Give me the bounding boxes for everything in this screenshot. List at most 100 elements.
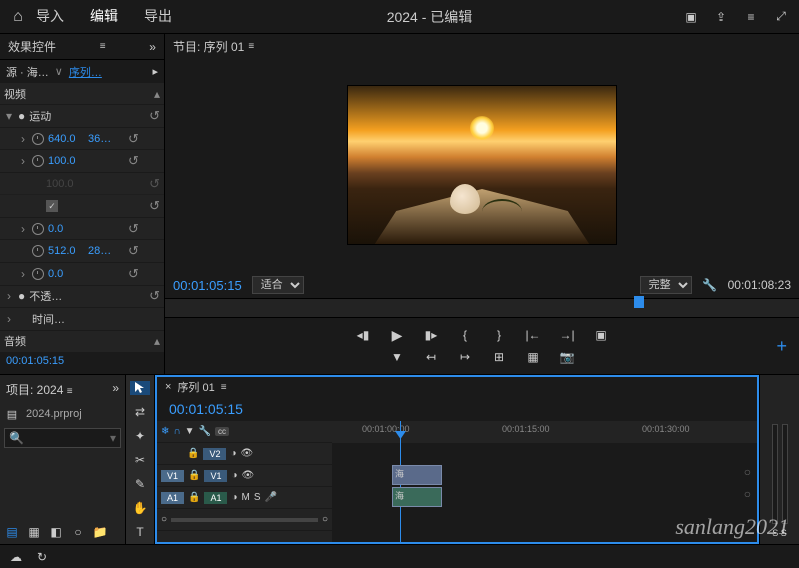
playhead-marker[interactable] [634,296,644,308]
nav-export[interactable]: 导出 [140,0,176,36]
position-x[interactable]: 640.0 [48,133,84,145]
expand-icon[interactable]: › [4,289,14,303]
ripple-tool[interactable]: ✦ [130,429,150,443]
marker-icon[interactable]: ▼ [185,426,195,437]
type-tool[interactable]: T [130,525,150,539]
audio-clip[interactable]: 海 [392,487,442,507]
razor-tool[interactable]: ✂ [130,453,150,467]
expand-icon[interactable]: ▾ [4,109,14,123]
sequence-link[interactable]: 序列… [69,64,102,80]
scroll-up-icon[interactable]: ○ [744,465,751,479]
zoom-select[interactable]: 适合 [252,276,304,294]
v2-target[interactable]: V2 [203,448,226,460]
sync-lock-icon[interactable]: ◑ [231,492,237,503]
icon-view-icon[interactable]: ▦ [26,524,42,540]
mute-button[interactable]: M [242,492,250,503]
go-out-button[interactable]: →| [559,327,575,343]
home-icon[interactable]: ⌂ [10,9,26,25]
anchor-x[interactable]: 512.0 [48,245,84,257]
lock-icon[interactable]: 🔒 [187,448,199,459]
time-remap-effect[interactable]: 时间… [32,311,160,327]
opacity-effect[interactable]: 不透… [29,288,145,304]
reset-icon[interactable]: ↺ [128,221,139,237]
fx-toggle-icon[interactable]: ● [18,289,25,303]
insert-button[interactable]: ⊞ [491,349,507,365]
settings-icon[interactable]: 🔧 [198,426,210,437]
project-search[interactable]: 🔍 ▾ [4,428,121,448]
cloud-icon[interactable]: ☁ [8,549,24,565]
v1-target[interactable]: V1 [204,470,227,482]
motion-effect[interactable]: 运动 [29,108,145,124]
uniform-scale-checkbox[interactable]: ✓ [46,200,58,212]
track-select-tool[interactable]: ⇄ [130,405,150,419]
v1-source[interactable]: V1 [161,470,184,482]
collapse-icon[interactable]: ▴ [154,87,160,101]
reset-icon[interactable]: ↺ [149,108,160,124]
close-tab-icon[interactable]: × [165,381,171,393]
reset-icon[interactable]: ↺ [128,153,139,169]
wrench-icon[interactable]: 🔧 [702,277,718,293]
collapse-icon[interactable]: ▴ [154,334,160,348]
fx-timecode[interactable]: 00:01:05:15 [0,353,164,374]
video-clip[interactable]: 海 [392,465,442,485]
snapshot-button[interactable]: 📷 [559,349,575,365]
reset-icon[interactable]: ↺ [128,131,139,147]
stopwatch-icon[interactable] [32,245,44,257]
a1-source[interactable]: A1 [161,492,184,504]
sync-icon[interactable]: ↻ [34,549,50,565]
scroll-down-icon[interactable]: ○ [744,487,751,501]
nav-edit[interactable]: 编辑 [86,0,122,36]
linked-selection-icon[interactable]: ∩ [173,426,180,437]
zoom-in-icon[interactable]: ○ [322,514,328,525]
stopwatch-icon[interactable] [32,223,44,235]
list-view-icon[interactable]: ▤ [4,524,20,540]
zoom-out-icon[interactable]: ○ [161,514,167,525]
lock-icon[interactable]: 🔒 [188,492,200,503]
search-input[interactable] [28,432,88,444]
fx-toggle-icon[interactable]: ● [18,109,25,123]
video-monitor[interactable] [165,58,799,272]
quality-select[interactable]: 完整 [640,276,692,294]
lift-button[interactable]: ↤ [423,349,439,365]
antiflicker-value[interactable]: 0.0 [48,268,84,280]
add-button[interactable]: + [776,336,787,357]
sequence-tab[interactable]: 序列 01 [177,379,214,395]
position-y[interactable]: 36… [88,133,124,145]
mark-in-button[interactable]: { [457,327,473,343]
rotation-value[interactable]: 0.0 [48,223,84,235]
mark-out-button[interactable]: } [491,327,507,343]
stopwatch-icon[interactable] [32,268,44,280]
go-in-button[interactable]: |← [525,327,541,343]
anchor-y[interactable]: 28… [88,245,124,257]
reset-icon[interactable]: ↺ [128,243,139,259]
fullscreen-icon[interactable]: ⤢ [773,9,789,25]
program-scrubber[interactable] [165,298,799,318]
play-button[interactable]: ▶ [389,327,405,343]
marker-button[interactable]: ▼ [389,349,405,365]
sync-lock-icon[interactable]: ◑ [230,448,236,459]
audio-section-header[interactable]: 音频 [4,333,150,349]
eye-icon[interactable]: 👁 [242,470,255,481]
timeline-timecode[interactable]: 00:01:05:15 [169,401,243,417]
reset-icon[interactable]: ↺ [128,266,139,282]
stopwatch-icon[interactable] [32,133,44,145]
panel-expand-icon[interactable]: » [149,40,156,54]
stopwatch-icon[interactable] [32,155,44,167]
solo-button[interactable]: S [254,492,261,503]
reset-icon[interactable]: ↺ [149,288,160,304]
a1-target[interactable]: A1 [204,492,227,504]
settings-icon[interactable]: ≡ [743,9,759,25]
pen-tool[interactable]: ✎ [130,477,150,491]
snap-icon[interactable]: ❄ [161,426,169,437]
selection-tool[interactable] [130,381,150,395]
step-back-button[interactable]: ◂▮ [355,327,371,343]
step-forward-button[interactable]: ▮▸ [423,327,439,343]
overwrite-button[interactable]: ▦ [525,349,541,365]
nav-import[interactable]: 导入 [32,0,68,36]
project-filename[interactable]: 2024.prproj [26,408,82,420]
lock-icon[interactable]: 🔒 [188,470,200,481]
expand-icon[interactable]: › [4,312,14,326]
video-section-header[interactable]: 视频 [4,86,150,102]
freeform-view-icon[interactable]: ◧ [48,524,64,540]
new-bin-icon[interactable]: 📁 [92,524,108,540]
